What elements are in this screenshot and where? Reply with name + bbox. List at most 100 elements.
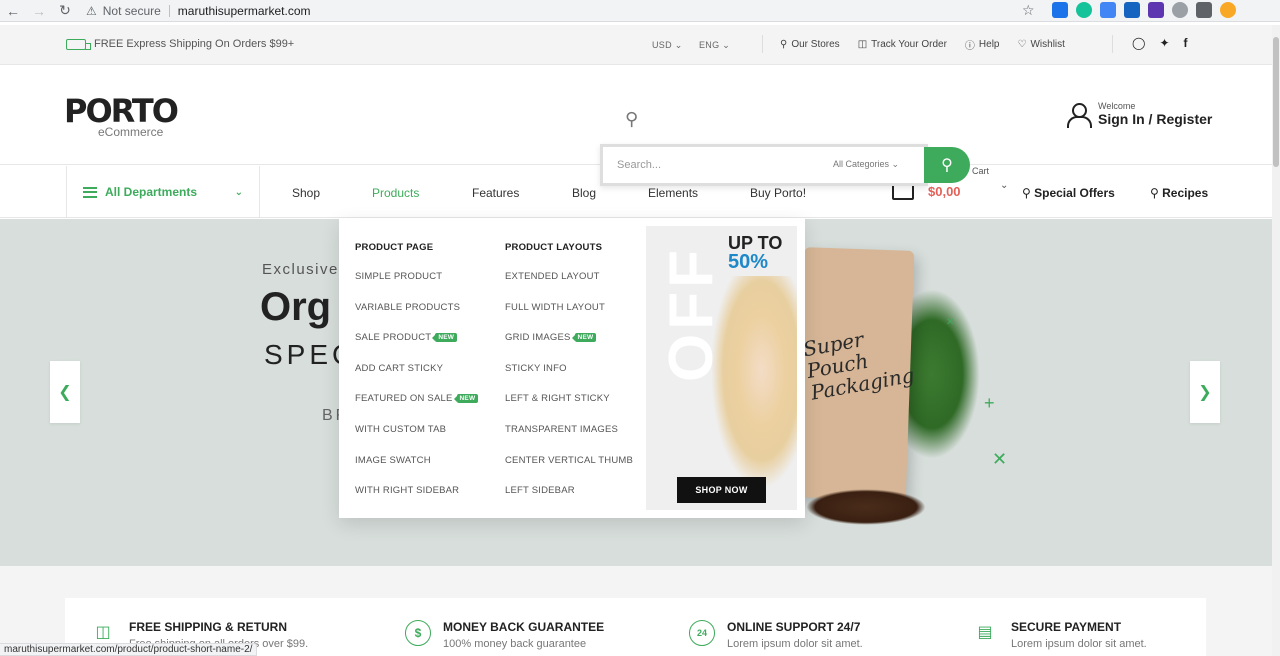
dollar-icon: $ (405, 620, 431, 646)
search-submit-button[interactable]: ⚲ (924, 147, 970, 183)
mega-menu-item[interactable]: SALE PRODUCT NEW (355, 332, 478, 363)
wishlist-link[interactable]: ♡ Wishlist (1018, 37, 1065, 52)
special-offers-link[interactable]: ⚲ Special Offers (1022, 186, 1115, 200)
user-icon (1066, 102, 1092, 128)
nav-blog[interactable]: Blog (572, 186, 596, 200)
mega-menu-item[interactable]: VARIABLE PRODUCTS (355, 302, 478, 333)
chevron-down-icon: ⌄ (234, 186, 243, 198)
cross-decoration-icon: ✕ (992, 449, 1008, 469)
translate-icon[interactable] (1100, 2, 1116, 18)
mega-menu-item[interactable]: CENTER VERTICAL THUMB (505, 455, 633, 486)
nav-features[interactable]: Features (472, 186, 519, 200)
instagram-icon[interactable]: ◯ (1132, 36, 1145, 50)
search-input[interactable] (617, 155, 817, 175)
new-badge: NEW (432, 333, 458, 343)
search-icon[interactable]: ⚲ (625, 109, 638, 130)
truck-small-icon: ◫ (857, 39, 868, 50)
browser-toolbar: ← → ↻ ⚠ Not secure maruthisupermarket.co… (0, 0, 1280, 22)
feature-secure-payment: ▤ SECURE PAYMENT Lorem ipsum dolor sit am… (971, 620, 1146, 650)
help-link[interactable]: ⓘ Help (965, 37, 1000, 52)
mega-menu-item[interactable]: FEATURED ON SALE NEW (355, 393, 479, 424)
mega-menu-item-label: LEFT SIDEBAR (505, 485, 575, 497)
facebook-icon[interactable]: f (1184, 36, 1188, 50)
site-logo[interactable]: PORTO eCommerce (64, 92, 179, 139)
omnibox-divider (168, 5, 170, 17)
back-icon[interactable]: ← (0, 0, 26, 22)
forward-icon[interactable]: → (26, 0, 52, 22)
mega-menu-item-label: WITH RIGHT SIDEBAR (355, 485, 460, 497)
status-bar-url: maruthisupermarket.com/product/product-s… (0, 643, 258, 656)
feature-money-back: $ MONEY BACK GUARANTEE 100% money back gu… (405, 620, 604, 650)
extension-new-icon[interactable] (1124, 2, 1140, 18)
plus-decoration-icon: + (984, 393, 995, 413)
recipes-link[interactable]: ⚲ Recipes (1150, 186, 1208, 200)
new-badge: NEW (571, 333, 597, 343)
support-24-icon: 24 (689, 620, 715, 646)
track-order-link[interactable]: ◫ Track Your Order (858, 37, 947, 52)
mega-menu-item[interactable]: SIMPLE PRODUCT (355, 271, 478, 302)
account-link[interactable]: Welcome Sign In / Register (1066, 101, 1212, 128)
globe-icon[interactable] (1172, 2, 1188, 18)
nav-buy-porto[interactable]: Buy Porto! (750, 186, 806, 200)
mega-menu-item[interactable]: LEFT & RIGHT STICKY (505, 393, 633, 424)
mega-menu-item-label: TRANSPARENT IMAGES (505, 423, 619, 435)
mega-menu-item-label: EXTENDED LAYOUT (505, 271, 600, 282)
feature-title: MONEY BACK GUARANTEE (443, 620, 605, 634)
shop-now-button[interactable]: SHOP NOW (677, 477, 766, 503)
pin-icon: ⚲ (780, 39, 788, 50)
feature-title: FREE SHIPPING & RETURN (129, 620, 288, 634)
grammarly-icon[interactable] (1076, 2, 1092, 18)
mega-menu-item[interactable]: LEFT SIDEBAR (505, 485, 633, 516)
mega-menu-item-label: LEFT & RIGHT STICKY (505, 393, 610, 405)
scrollbar-thumb[interactable] (1273, 37, 1279, 167)
departments-label: All Departments (105, 185, 198, 199)
mega-menu-item[interactable]: FULL WIDTH LAYOUT (505, 302, 633, 333)
mega-menu-item[interactable]: ADD CART STICKY (355, 363, 478, 394)
mega-menu-item-label: STICKY INFO (505, 362, 567, 374)
currency-selector[interactable]: USD ⌄ (652, 40, 683, 51)
mega-menu-item-label: SALE PRODUCT (355, 332, 432, 344)
signin-register-link[interactable]: Sign In / Register (1098, 111, 1212, 127)
help-icon: ⓘ (964, 41, 975, 52)
mega-menu-item[interactable]: IMAGE SWATCH (355, 455, 478, 486)
address-bar[interactable]: ⚠ Not secure maruthisupermarket.com (86, 0, 1046, 22)
nav-elements[interactable]: Elements (648, 186, 698, 200)
cart-amount[interactable]: $0,00 (928, 184, 961, 199)
pouch-brand-text: Super Pouch Packaging (801, 327, 917, 405)
nav-products[interactable]: Products (372, 186, 419, 200)
language-selector[interactable]: ENG ⌄ (699, 40, 730, 51)
cart-chevron-icon[interactable]: ⌄ (1000, 180, 1008, 191)
twitter-icon[interactable]: ✦ (1159, 36, 1169, 50)
logo-main-text: PORTO (64, 92, 179, 130)
column-title: PRODUCT PAGE (355, 242, 434, 253)
cross-decoration-icon: ✕ (946, 317, 955, 328)
puzzle-icon[interactable] (1196, 2, 1212, 18)
slider-prev-button[interactable]: ❮ (50, 361, 80, 423)
all-departments-button[interactable]: All Departments ⌄ (66, 166, 260, 218)
mega-menu-item-label: FEATURED ON SALE (355, 393, 453, 405)
divider (762, 35, 763, 53)
mega-menu-item[interactable]: WITH RIGHT SIDEBAR (355, 485, 478, 516)
bookmark-star-icon[interactable]: ☆ (1022, 2, 1035, 19)
products-mega-menu: PRODUCT PAGE SIMPLE PRODUCT VARIABLE PROD… (339, 218, 805, 518)
mega-menu-item[interactable]: WITH CUSTOM TAB (355, 424, 478, 455)
promo-banner[interactable]: OFF UP TO 50% SHOP NOW (646, 226, 797, 510)
profile-avatar-icon[interactable] (1220, 2, 1236, 18)
our-stores-link[interactable]: ⚲ Our Stores (780, 37, 840, 52)
extension-icon[interactable] (1148, 2, 1164, 18)
slider-next-button[interactable]: ❯ (1190, 361, 1220, 423)
category-select[interactable]: All Categories ⌄ (833, 159, 899, 170)
extension-icon[interactable] (1052, 2, 1068, 18)
mega-menu-item[interactable]: STICKY INFO (505, 363, 633, 394)
card-icon: ▤ (977, 624, 993, 641)
coffee-pouch-image: Super Pouch Packaging (795, 247, 917, 501)
page-scrollbar[interactable] (1272, 25, 1280, 656)
mega-menu-item[interactable]: TRANSPARENT IMAGES (505, 424, 633, 455)
feature-title: ONLINE SUPPORT 24/7 (727, 620, 861, 634)
nav-shop[interactable]: Shop (292, 186, 320, 200)
search-dropdown: All Categories ⌄ (600, 144, 928, 186)
mega-menu-item[interactable]: EXTENDED LAYOUT (505, 271, 633, 302)
mega-menu-item[interactable]: GRID IMAGES NEW (505, 332, 633, 363)
reload-icon[interactable]: ↻ (52, 0, 78, 22)
product-layouts-column: PRODUCT LAYOUTS EXTENDED LAYOUT FULL WIDT… (505, 242, 633, 516)
